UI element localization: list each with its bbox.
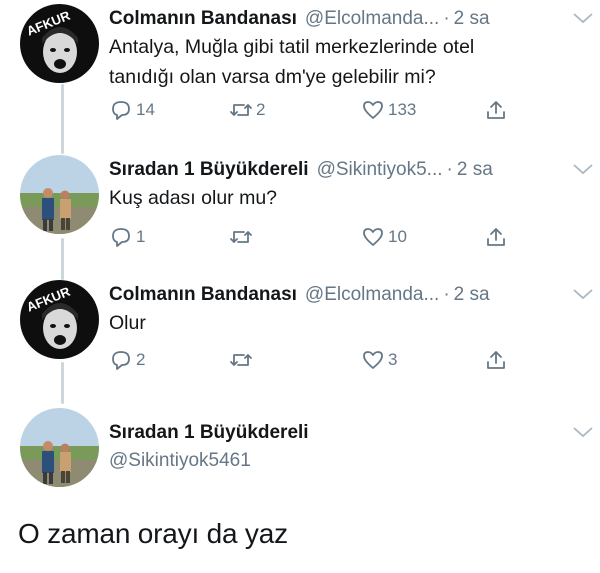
share-button[interactable] bbox=[484, 96, 511, 124]
chevron-down-icon[interactable] bbox=[572, 162, 594, 176]
author-handle[interactable]: @Sikintiyok5... bbox=[317, 155, 443, 185]
chevron-down-icon[interactable] bbox=[572, 287, 594, 301]
avatar-image: AFKUR bbox=[20, 4, 99, 83]
share-icon bbox=[487, 228, 505, 246]
tweet-text-line: tanıdığı olan varsa dm'ye gelebilir mi? bbox=[109, 66, 436, 88]
tweet-text-line: Antalya, Muğla gibi tatil merkezlerinde … bbox=[109, 36, 475, 58]
avatar[interactable]: AFKUR bbox=[20, 4, 99, 83]
like-button[interactable]: 10 bbox=[361, 223, 407, 251]
avatar[interactable] bbox=[20, 155, 99, 234]
reply-count: 2 bbox=[136, 350, 146, 369]
share-icon bbox=[487, 101, 505, 119]
tweet-actions: 2 3 bbox=[109, 346, 529, 374]
avatar-image bbox=[20, 408, 99, 487]
reply-count: 1 bbox=[136, 227, 146, 246]
like-button[interactable]: 133 bbox=[361, 96, 416, 124]
avatar-image bbox=[20, 155, 99, 234]
tweet[interactable]: AFKUR Colmanın Bandanası @Elcolmanda... … bbox=[0, 280, 600, 380]
author-name[interactable]: Colmanın Bandanası bbox=[109, 280, 297, 310]
timestamp[interactable]: 2 sa bbox=[454, 280, 490, 310]
tweet-text-line: Kuş adası olur mu? bbox=[109, 187, 278, 209]
separator-dot: · bbox=[443, 284, 450, 305]
share-button[interactable] bbox=[484, 223, 511, 251]
avatar[interactable] bbox=[20, 408, 99, 487]
tweet[interactable]: Sıradan 1 Büyükdereli @Sikintiyok5... · … bbox=[0, 155, 600, 255]
tweet-header: Colmanın Bandanası @Elcolmanda... · 2 sa bbox=[109, 4, 588, 34]
retweet-icon bbox=[230, 104, 252, 116]
caption-text: O zaman orayı da yaz bbox=[18, 518, 288, 549]
reply-button[interactable]: 14 bbox=[109, 96, 155, 124]
reply-button[interactable]: 2 bbox=[109, 346, 145, 374]
author-handle[interactable]: @Elcolmanda... bbox=[305, 4, 439, 34]
share-icon bbox=[487, 351, 505, 369]
retweet-button[interactable] bbox=[229, 223, 256, 251]
reply-icon bbox=[112, 101, 130, 120]
tweet-text: Antalya, Muğla gibi tatil merkezlerinde … bbox=[109, 32, 582, 92]
like-count: 10 bbox=[388, 227, 407, 246]
author-name[interactable]: Colmanın Bandanası bbox=[109, 4, 297, 34]
like-button[interactable]: 3 bbox=[361, 346, 397, 374]
tweet-header: Colmanın Bandanası @Elcolmanda... · 2 sa bbox=[109, 280, 588, 310]
timestamp[interactable]: 2 sa bbox=[454, 4, 490, 34]
author-name[interactable]: Sıradan 1 Büyükdereli bbox=[109, 155, 309, 185]
reply-icon bbox=[112, 351, 130, 370]
chevron-down-icon[interactable] bbox=[572, 425, 594, 439]
share-button[interactable] bbox=[484, 346, 511, 374]
heart-icon bbox=[363, 101, 383, 119]
reply-author[interactable]: Sıradan 1 Büyükdereli @Sikintiyok5461 bbox=[0, 408, 600, 490]
tweet-text: Kuş adası olur mu? bbox=[109, 183, 582, 213]
reply-icon bbox=[112, 228, 130, 247]
tweet-header: Sıradan 1 Büyükdereli @Sikintiyok5... · … bbox=[109, 155, 588, 185]
tweet-text: Olur bbox=[109, 308, 582, 338]
separator-dot: · bbox=[446, 159, 453, 180]
separator-dot: · bbox=[443, 8, 450, 29]
avatar-image: AFKUR bbox=[20, 280, 99, 359]
tweet-text-line: Olur bbox=[109, 312, 146, 334]
retweet-icon bbox=[230, 354, 252, 366]
reply-button[interactable]: 1 bbox=[109, 223, 145, 251]
tweet-actions: 14 2 133 bbox=[109, 96, 529, 124]
tweet-actions: 1 10 bbox=[109, 223, 529, 251]
timestamp[interactable]: 2 sa bbox=[457, 155, 493, 185]
retweet-count: 2 bbox=[256, 100, 266, 119]
author-handle[interactable]: @Elcolmanda... bbox=[305, 280, 439, 310]
retweet-button[interactable] bbox=[229, 346, 256, 374]
author-name[interactable]: Sıradan 1 Büyükdereli bbox=[109, 418, 309, 448]
chevron-down-icon[interactable] bbox=[572, 11, 594, 25]
like-count: 133 bbox=[388, 100, 417, 119]
retweet-button[interactable]: 2 bbox=[229, 96, 265, 124]
tweet-header: Sıradan 1 Büyükdereli bbox=[109, 418, 588, 448]
tweet[interactable]: AFKUR Colmanın Bandanası @Elcolmanda... … bbox=[0, 4, 600, 134]
like-count: 3 bbox=[388, 350, 398, 369]
retweet-icon bbox=[230, 231, 252, 243]
reply-count: 14 bbox=[136, 100, 155, 119]
author-handle[interactable]: @Sikintiyok5461 bbox=[109, 446, 582, 476]
heart-icon bbox=[363, 351, 383, 369]
heart-icon bbox=[363, 228, 383, 246]
avatar[interactable]: AFKUR bbox=[20, 280, 99, 359]
